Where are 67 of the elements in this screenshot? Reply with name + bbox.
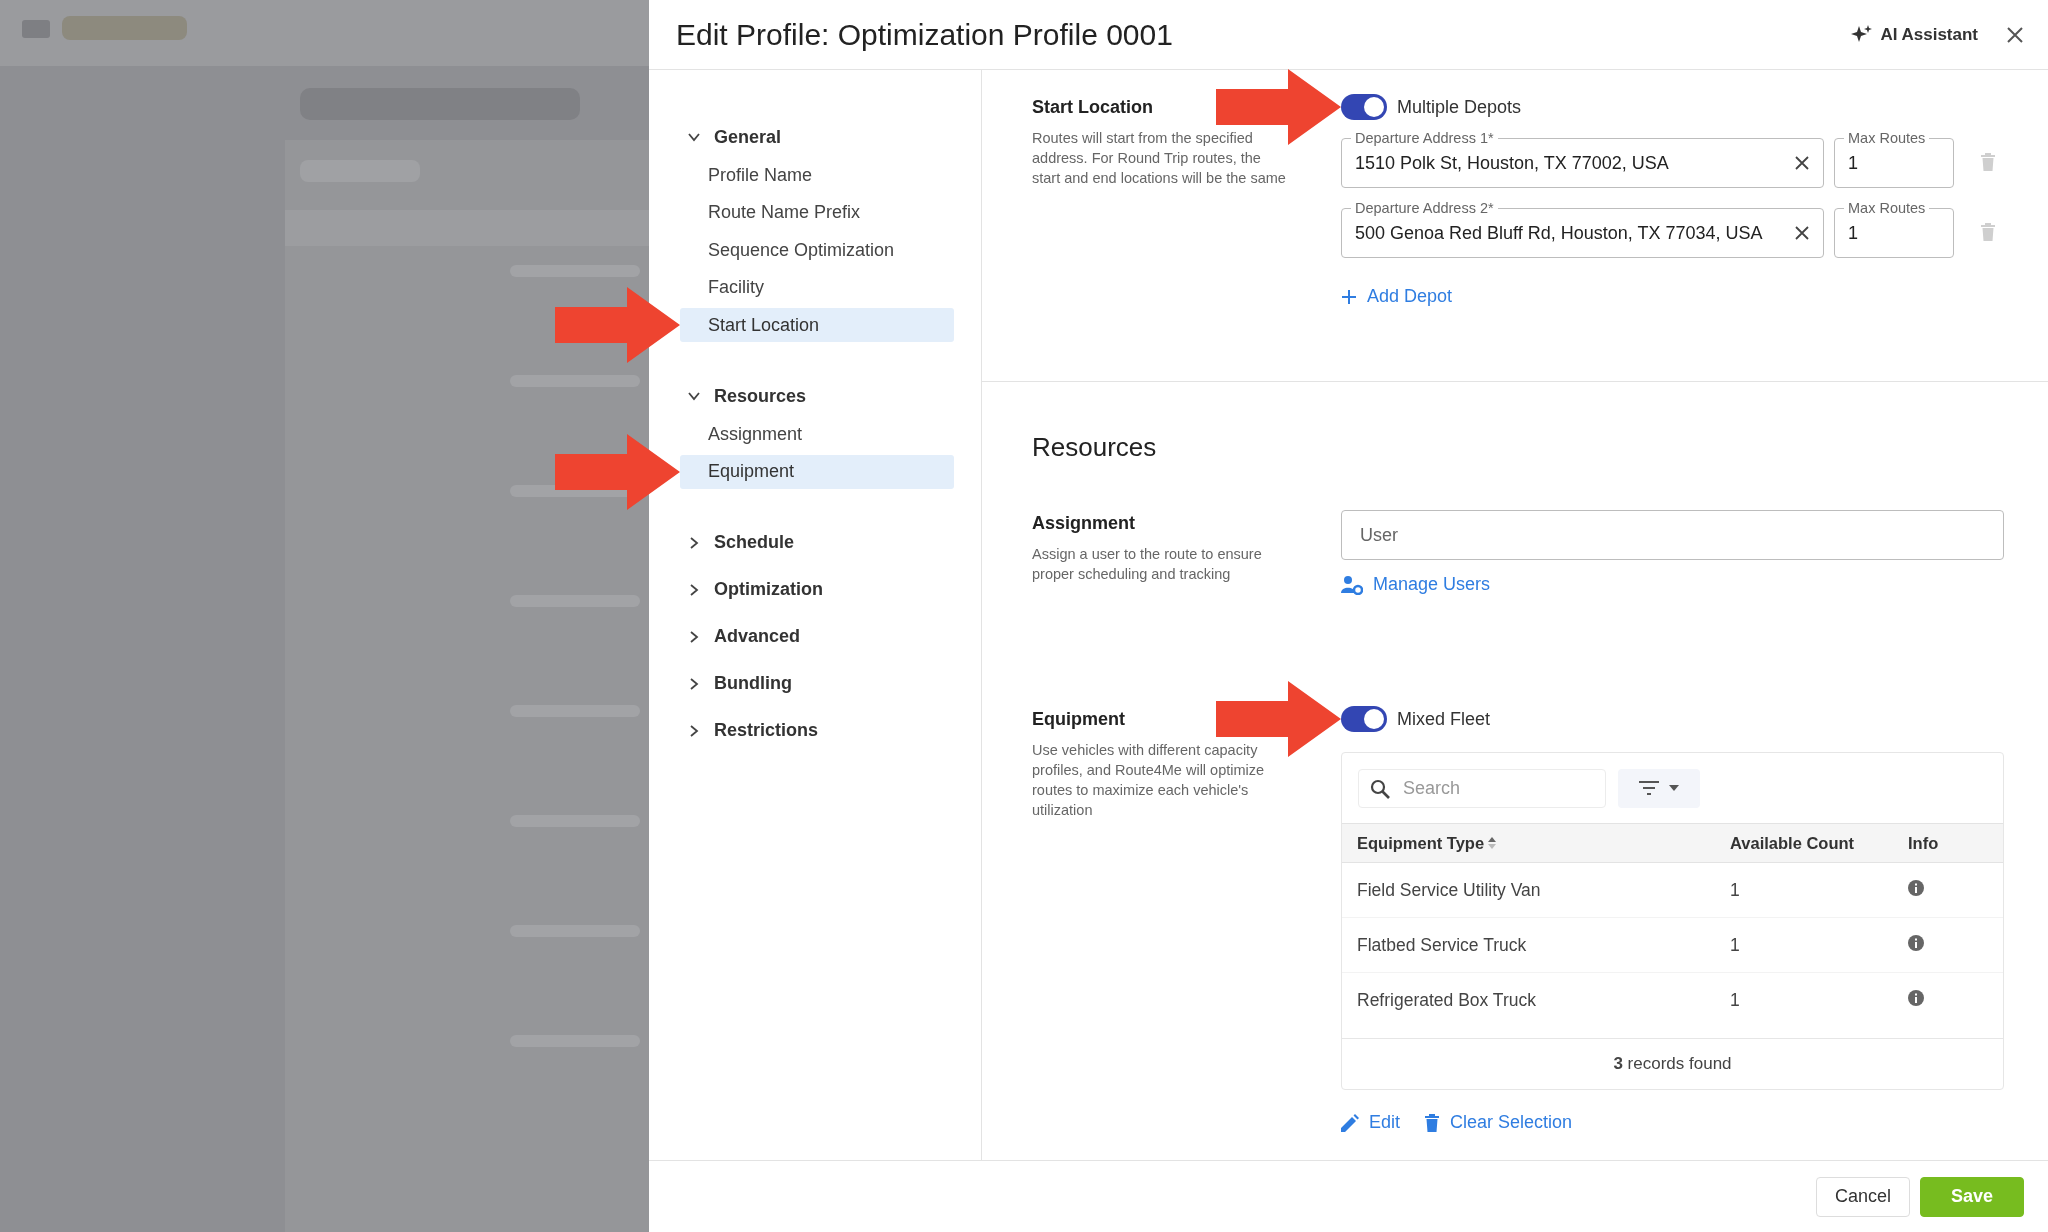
section-description: Routes will start from the specified address. For Round Trip routes, the start and end locations will be the same [1032, 129, 1287, 188]
table-cell: 1 [1715, 972, 1893, 1028]
nav-item[interactable]: Route Name Prefix [680, 195, 954, 230]
section-description: Use vehicles with different capacity profiles, and Route4Me will optimize routes to maximize each vehicle's utilization [1032, 741, 1266, 820]
table-cell: Refrigerated Box Truck [1342, 972, 1715, 1028]
column-header: Available Count [1715, 823, 1893, 863]
info-icon[interactable] [1908, 879, 1924, 896]
user-gear-icon [1341, 574, 1363, 595]
clear-icon[interactable] [1794, 155, 1810, 171]
field-value: 1 [1848, 222, 1859, 244]
search-icon [1370, 778, 1390, 799]
info-icon[interactable] [1908, 989, 1924, 1006]
filter-icon [1639, 781, 1659, 795]
column-header: Info [1893, 823, 2003, 863]
nav-item[interactable]: Profile Name [680, 158, 954, 192]
nav-item[interactable]: Sequence Optimization [680, 233, 954, 267]
clear-selection-link[interactable]: Clear Selection [1424, 1112, 1573, 1133]
table-cell: 1 [1715, 862, 1893, 918]
close-icon[interactable] [2006, 25, 2024, 44]
nav-item[interactable]: Start Location [680, 308, 954, 342]
manage-users-link[interactable]: Manage Users [1341, 574, 1491, 595]
nav-group[interactable]: Resources [680, 379, 954, 413]
table-cell: Field Service Utility Van [1342, 862, 1715, 918]
toggle-label: Multiple Depots [1397, 96, 1522, 118]
table-cell: Flatbed Service Truck [1342, 917, 1715, 973]
add-depot-link[interactable]: Add Depot [1341, 286, 1453, 307]
nav-group[interactable]: Schedule [680, 525, 954, 560]
info-icon[interactable] [1908, 934, 1924, 951]
section-label: Assignment [1032, 511, 1137, 535]
clear-icon[interactable] [1794, 225, 1810, 241]
pencil-icon [1341, 1113, 1359, 1132]
field-value: 1510 Polk St, Houston, TX 77002, USA [1355, 152, 1670, 174]
section-heading: Resources [1032, 432, 1157, 462]
panel-title: Edit Profile: Optimization Profile 0001 [676, 17, 1174, 52]
column-header[interactable]: Equipment Type [1342, 823, 1715, 863]
toggle-switch[interactable] [1341, 706, 1387, 732]
records-count: 3 records found [1612, 1053, 1733, 1075]
cancel-button[interactable]: Cancel [1815, 1176, 1910, 1217]
table-cell: 1 [1715, 917, 1893, 973]
section-label: Start Location [1032, 95, 1154, 119]
max-routes-field[interactable]: Max Routes 1 [1834, 198, 1954, 258]
ai-assistant-button[interactable]: AI Assistant [1850, 22, 1978, 47]
nav-group[interactable]: General [680, 120, 954, 154]
address-field[interactable]: Departure Address 1* 1510 Polk St, Houston, TX 77002, USA [1341, 128, 1824, 188]
nav-group[interactable]: Optimization [680, 572, 954, 607]
section-label: Equipment [1032, 707, 1126, 731]
nav-item[interactable]: Equipment [680, 454, 954, 489]
nav-group[interactable]: Advanced [680, 619, 954, 654]
search-field[interactable]: Search [1358, 768, 1606, 808]
caret-icon [1669, 785, 1679, 791]
toggle-switch[interactable] [1341, 94, 1387, 120]
nav-item[interactable]: Facility [680, 270, 954, 305]
nav-group[interactable]: Restrictions [680, 713, 954, 748]
max-routes-field[interactable]: Max Routes 1 [1834, 128, 1954, 188]
edit-link[interactable]: Edit [1341, 1112, 1401, 1133]
address-field[interactable]: Departure Address 2* 500 Genoa Red Bluff Rd, Houston, TX 77034, USA [1341, 198, 1824, 258]
nav-item[interactable]: Assignment [680, 417, 954, 451]
user-field[interactable]: User [1341, 510, 2004, 560]
filter-button[interactable] [1618, 768, 1700, 808]
toggle-label: Mixed Fleet [1397, 708, 1491, 730]
trash-icon [1424, 1112, 1441, 1133]
sort-icon [1488, 837, 1497, 849]
nav-group[interactable]: Bundling [680, 666, 954, 701]
field-value: 500 Genoa Red Bluff Rd, Houston, TX 77034, USA [1355, 222, 1764, 244]
section-description: Assign a user to the route to ensure proper scheduling and tracking [1032, 545, 1263, 584]
plus-icon [1341, 288, 1357, 305]
field-value: 1 [1848, 152, 1859, 174]
